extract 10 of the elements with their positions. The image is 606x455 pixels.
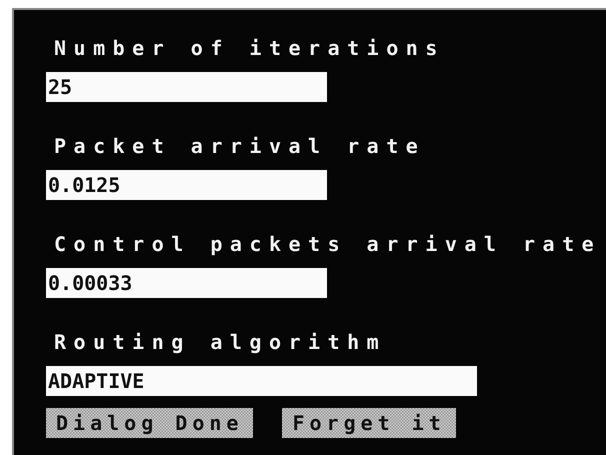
- field-label: Packet arrival rate: [54, 134, 426, 158]
- field-label: Routing algorithm: [54, 330, 386, 354]
- field-label: Number of iterations: [54, 36, 445, 60]
- input-field[interactable]: 25: [46, 72, 327, 102]
- input-field[interactable]: ADAPTIVE: [46, 366, 477, 396]
- input-field[interactable]: 0.0125: [46, 170, 327, 200]
- dialog-button[interactable]: Forget it: [282, 408, 456, 438]
- dialog-button[interactable]: Dialog Done: [46, 408, 254, 438]
- input-field[interactable]: 0.00033: [46, 268, 327, 298]
- field-label: Control packets arrival rate: [54, 232, 602, 256]
